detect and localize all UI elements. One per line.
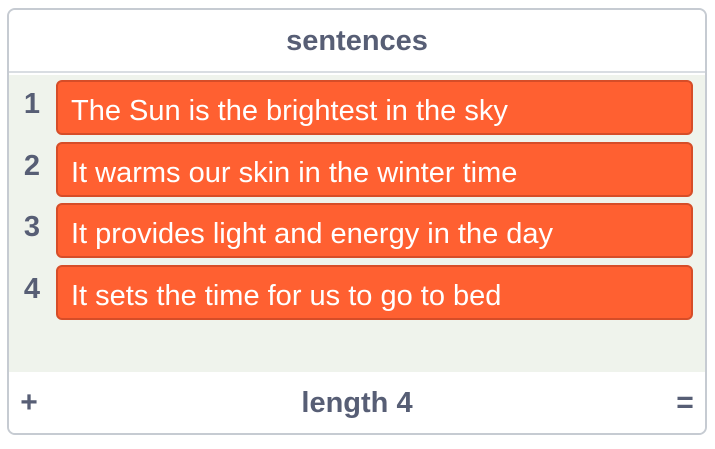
list-item[interactable]: It provides light and energy in the day	[56, 203, 693, 258]
list-length-label: length 4	[301, 387, 413, 419]
row-index: 2	[23, 150, 41, 182]
list-title: sentences	[9, 10, 705, 73]
list-item[interactable]: It warms our skin in the winter time	[56, 142, 693, 197]
row-index: 1	[23, 88, 41, 120]
list-row: 2 It warms our skin in the winter time	[9, 139, 705, 197]
add-item-button[interactable]: +	[15, 372, 43, 433]
list-item[interactable]: It sets the time for us to go to bed	[56, 265, 693, 320]
list-item[interactable]: The Sun is the brightest in the sky	[56, 80, 693, 135]
list-body[interactable]: 1 The Sun is the brightest in the sky 2 …	[9, 75, 705, 372]
row-index: 4	[23, 273, 41, 305]
list-footer: length 4 + =	[9, 372, 705, 433]
list-row: 4 It sets the time for us to go to bed	[9, 262, 705, 320]
resize-handle[interactable]: =	[671, 372, 699, 433]
list-monitor[interactable]: sentences 1 The Sun is the brightest in …	[7, 8, 707, 435]
row-index: 3	[23, 211, 41, 243]
list-row: 3 It provides light and energy in the da…	[9, 200, 705, 258]
list-row: 1 The Sun is the brightest in the sky	[9, 77, 705, 135]
